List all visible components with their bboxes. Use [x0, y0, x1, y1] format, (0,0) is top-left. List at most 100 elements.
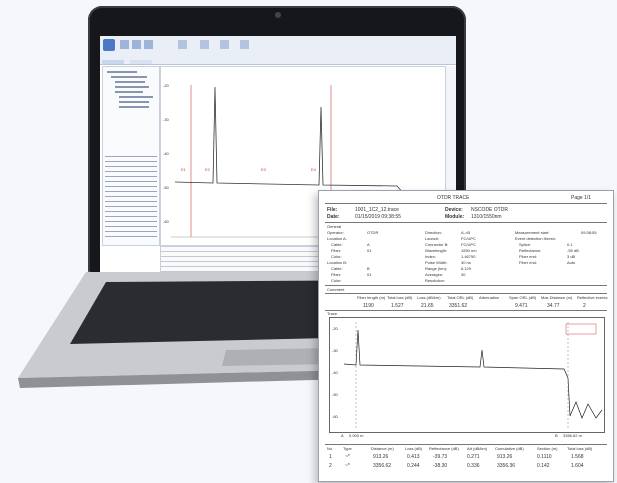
divider	[325, 293, 607, 294]
trace-list	[105, 153, 157, 241]
divider	[325, 310, 607, 311]
file-label: File:	[327, 207, 338, 213]
marker-a-value: 0.000 m	[349, 433, 364, 438]
event-cell: 0.271	[467, 454, 480, 460]
divider	[325, 444, 607, 445]
event-cell: -38.30	[433, 463, 448, 469]
module-label: Module:	[445, 214, 465, 220]
tree-item[interactable]	[119, 101, 149, 103]
event-cell: 3356.36	[497, 463, 516, 469]
webcam	[275, 12, 281, 18]
marker-icon[interactable]	[220, 40, 229, 49]
page-number: Page 1/1	[571, 195, 592, 201]
date-label: Date:	[327, 214, 340, 220]
event-cell: 0.1110	[537, 454, 552, 460]
event-cell: 1.604	[571, 463, 584, 469]
tree-item[interactable]	[115, 91, 143, 93]
field-value: 01	[367, 272, 372, 277]
settings-icon[interactable]	[240, 40, 249, 49]
divider	[325, 285, 607, 286]
event-label: E3	[261, 167, 266, 172]
event-cell: 913.26	[497, 454, 513, 460]
field-key: Fiber end:	[519, 260, 538, 265]
marker-a-name: A	[341, 433, 344, 438]
report-title: OTDR TRACE	[437, 195, 470, 201]
event-cell: 0.336	[467, 463, 480, 469]
event-cell: 1	[329, 454, 332, 460]
tree-item[interactable]	[115, 86, 149, 88]
tree-item[interactable]	[119, 106, 149, 108]
app-logo-icon[interactable]	[103, 39, 115, 51]
report-trace-svg	[343, 322, 603, 428]
field-value: Auto	[567, 260, 576, 265]
event-header: Distance (m)	[371, 446, 394, 451]
event-cell: ~*	[345, 454, 350, 460]
device-label: Device:	[445, 207, 463, 213]
summary-header: Loss (dB/km)	[417, 295, 441, 300]
summary-header: Fiber length (m)	[357, 295, 386, 300]
event-label: E2	[205, 167, 210, 172]
zoom-box	[565, 323, 597, 335]
event-cell: -39.73	[433, 454, 448, 460]
summary-value: 1190	[363, 303, 374, 309]
field-value: 30	[461, 272, 466, 277]
marker-b-name: B	[555, 433, 558, 438]
event-header: Section (m)	[537, 446, 558, 451]
tree-item[interactable]	[107, 71, 137, 73]
event-cell: 1.568	[571, 454, 584, 460]
summary-value: 21.65	[421, 303, 434, 309]
device-value: NSCODE OTDR	[471, 207, 508, 213]
summary-header: Total ORL (dB)	[447, 295, 474, 300]
summary-header: Span ORL (dB)	[509, 295, 537, 300]
marker-b-value: 3356.62 m	[563, 433, 582, 438]
event-header: Reflectance (dB)	[429, 446, 459, 451]
open-icon[interactable]	[120, 40, 129, 49]
event-cell: 3356.62	[373, 463, 392, 469]
event-cell: 2	[329, 463, 332, 469]
print-icon[interactable]	[144, 40, 153, 49]
event-label: E1	[181, 167, 186, 172]
date-value: 01/15/2019 09:38:55	[355, 214, 401, 220]
ribbon-tab-view[interactable]	[130, 60, 152, 64]
event-cell: ~*	[345, 463, 350, 469]
summary-value: 34.77	[547, 303, 560, 309]
summary-header: Reflective events	[577, 295, 608, 300]
save-icon[interactable]	[132, 40, 141, 49]
tree-item[interactable]	[119, 96, 153, 98]
report-trace-plot: -20 -30 -40 -50 -60	[329, 317, 605, 433]
otdr-report-sheet: OTDR TRACE Page 1/1 File: 1001_1C2_12.tr…	[318, 190, 614, 482]
event-cell: 0.413	[407, 454, 420, 460]
app-ribbon	[100, 36, 456, 65]
ribbon-tab-home[interactable]	[102, 60, 124, 64]
summary-header: Attenuation	[479, 295, 500, 300]
tree-item[interactable]	[115, 81, 145, 83]
event-cell: 0.244	[407, 463, 420, 469]
event-header: Loss (dB)	[405, 446, 423, 451]
field-value: 09:38:55	[581, 230, 597, 235]
event-header: No.	[327, 446, 334, 451]
summary-value: 1.527	[391, 303, 404, 309]
file-value: 1001_1C2_12.trace	[355, 207, 399, 213]
event-header: Att (dB/km)	[467, 446, 488, 451]
summary-value: 3351.62	[449, 303, 468, 309]
summary-value: 9.471	[515, 303, 528, 309]
event-cell: 913.26	[373, 454, 389, 460]
event-header: Cumulative (dB)	[495, 446, 524, 451]
module-value: 1310/1550nm	[471, 214, 502, 220]
field-value: OTDR	[367, 230, 379, 235]
file-tree-panel	[102, 66, 160, 246]
summary-header: Max Distance (m)	[541, 295, 573, 300]
zoom-icon[interactable]	[178, 40, 187, 49]
field-key: Color:	[331, 278, 342, 283]
event-header: Type	[343, 446, 352, 451]
event-label: E4	[311, 167, 316, 172]
divider	[325, 203, 607, 204]
tree-item[interactable]	[111, 76, 147, 78]
report-trace-line	[343, 329, 603, 419]
event-cell: 0.142	[537, 463, 550, 469]
measure-icon[interactable]	[200, 40, 209, 49]
event-header: Total loss (dB)	[567, 446, 593, 451]
field-value: 01	[367, 248, 372, 253]
divider	[325, 222, 607, 223]
summary-header: Total loss (dB)	[387, 295, 413, 300]
